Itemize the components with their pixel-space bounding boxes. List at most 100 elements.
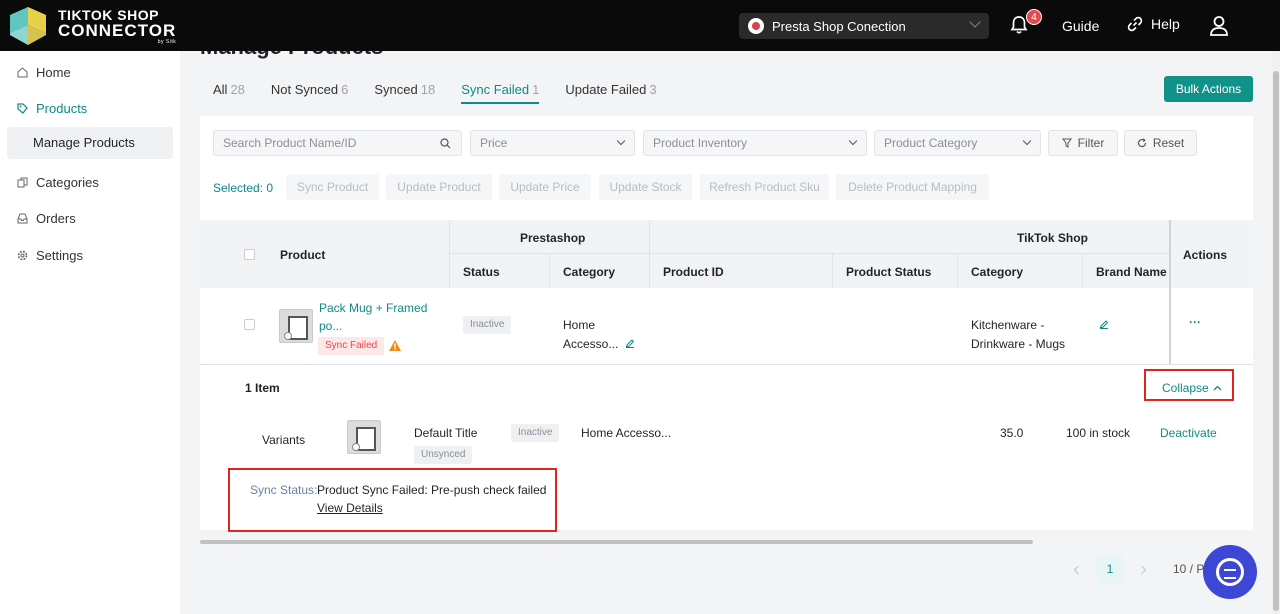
app-logo[interactable]: TIKTOK SHOP CONNECTOR by Sitk xyxy=(6,5,176,47)
col-product-id: Product ID xyxy=(663,265,724,279)
category-line: Drinkware - Mugs xyxy=(971,337,1066,351)
chevron-down-icon xyxy=(969,16,981,28)
tab-all[interactable]: All 28 xyxy=(213,82,245,103)
logo-text: TIKTOK SHOP CONNECTOR by Sitk xyxy=(58,7,176,45)
sidebar-item-manage-products[interactable]: Manage Products xyxy=(7,127,173,159)
tab-not-synced[interactable]: Not Synced 6 xyxy=(271,82,348,103)
col-product: Product xyxy=(280,248,326,262)
group-tiktok-shop: TikTok Shop xyxy=(1017,231,1088,245)
sync-product-button[interactable]: Sync Product xyxy=(286,174,379,200)
chevron-down-icon xyxy=(848,136,858,146)
shop-select[interactable]: Presta Shop Conection xyxy=(739,13,989,39)
warning-icon[interactable] xyxy=(388,339,402,352)
table-header: Product Prestashop TikTok Shop Status Ca… xyxy=(200,220,1253,288)
home-icon xyxy=(17,67,28,78)
reset-button[interactable]: Reset xyxy=(1124,130,1197,156)
user-icon[interactable] xyxy=(1209,15,1229,37)
filter-button[interactable]: Filter xyxy=(1048,130,1118,156)
sidebar-item-categories[interactable]: Categories xyxy=(17,175,99,190)
tab-label: Synced xyxy=(374,82,418,97)
refresh-product-sku-button[interactable]: Refresh Product Sku xyxy=(700,174,829,200)
prestashop-category: Home Accesso... xyxy=(563,316,635,354)
inventory-select[interactable]: Product Inventory xyxy=(643,130,867,156)
horizontal-scrollbar[interactable] xyxy=(200,540,1033,544)
divider xyxy=(1169,288,1171,364)
chat-support-button[interactable] xyxy=(1203,545,1257,599)
tab-count: 18 xyxy=(420,82,436,97)
selected-count: Selected: 0 xyxy=(213,181,274,195)
sidebar-item-products[interactable]: Products xyxy=(17,101,87,116)
category-line: Accesso... xyxy=(563,335,635,354)
tab-update-failed[interactable]: Update Failed 3 xyxy=(565,82,656,103)
vertical-scrollbar[interactable] xyxy=(1272,51,1280,614)
edit-icon[interactable] xyxy=(625,338,635,348)
sync-failed-badge: Sync Failed xyxy=(318,337,385,355)
category-select-label: Product Category xyxy=(884,136,978,150)
sidebar-item-settings[interactable]: Settings xyxy=(17,248,83,263)
status-badge: Inactive xyxy=(463,316,512,334)
product-name-line: po... xyxy=(319,319,343,333)
update-product-button[interactable]: Update Product xyxy=(386,174,492,200)
guide-link[interactable]: Guide xyxy=(1062,18,1099,34)
row-checkbox[interactable] xyxy=(244,319,255,330)
page-size-select[interactable]: 10 / P xyxy=(1173,562,1204,576)
items-count: 1 Item xyxy=(245,381,280,395)
inbox-icon xyxy=(17,213,28,224)
sidebar-item-home[interactable]: Home xyxy=(17,65,71,80)
search-input[interactable]: Search Product Name/ID xyxy=(213,130,462,156)
deactivate-button[interactable]: Deactivate xyxy=(1160,426,1217,440)
product-name-link[interactable]: Pack Mug + Framed po... xyxy=(319,299,427,335)
page-1-button[interactable]: 1 xyxy=(1097,555,1123,583)
tab-sync-failed[interactable]: Sync Failed 1 xyxy=(461,82,540,104)
category-line-text: Accesso... xyxy=(563,337,619,351)
tab-label: All xyxy=(213,82,228,97)
logo-line-2: CONNECTOR xyxy=(58,21,177,40)
funnel-icon xyxy=(1061,138,1072,148)
more-actions-button[interactable]: ··· xyxy=(1189,315,1201,329)
shop-select-value: Presta Shop Conection xyxy=(772,18,906,34)
prev-page-icon[interactable] xyxy=(1073,565,1080,575)
tab-label: Not Synced xyxy=(270,82,339,97)
col-category: Category xyxy=(563,265,616,279)
sidebar-item-label: Home xyxy=(36,65,71,80)
select-all-checkbox[interactable] xyxy=(244,249,255,260)
update-stock-button[interactable]: Update Stock xyxy=(599,174,692,200)
divider xyxy=(957,254,958,288)
status-tabs: All 28 Not Synced 6 Synced 18 Sync Failed 1 … xyxy=(213,82,683,104)
reset-label: Reset xyxy=(1152,136,1185,150)
update-price-button[interactable]: Update Price xyxy=(499,174,591,200)
scrollbar-thumb[interactable] xyxy=(1273,71,1279,611)
tab-synced[interactable]: Synced 18 xyxy=(374,82,435,103)
divider xyxy=(549,254,550,288)
col-product-status: Product Status xyxy=(846,265,932,279)
tab-label: Sync Failed xyxy=(461,82,530,97)
shop-logo-icon xyxy=(748,18,764,34)
variant-stock: 100 in stock xyxy=(1066,426,1131,440)
sidebar-item-orders[interactable]: Orders xyxy=(17,211,76,226)
help-label: Help xyxy=(1151,16,1180,32)
edit-icon[interactable] xyxy=(1099,319,1109,329)
filter-label: Filter xyxy=(1077,136,1105,150)
gear-icon xyxy=(17,250,28,261)
copy-icon xyxy=(17,177,28,188)
category-select[interactable]: Product Category xyxy=(874,130,1041,156)
search-placeholder: Search Product Name/ID xyxy=(223,136,357,150)
col-actions: Actions xyxy=(1183,248,1228,262)
category-line: Home xyxy=(563,318,596,332)
sidebar-item-label: Categories xyxy=(36,175,99,190)
variant-sync-badge: Unsynced xyxy=(414,446,473,464)
sidebar-item-label: Settings xyxy=(36,248,83,263)
next-page-icon[interactable] xyxy=(1140,565,1147,575)
product-name-line: Pack Mug + Framed xyxy=(319,301,428,315)
bulk-actions-button[interactable]: Bulk Actions xyxy=(1164,76,1253,102)
price-select[interactable]: Price xyxy=(470,130,635,156)
help-link[interactable]: Help xyxy=(1127,16,1180,32)
variant-status-badge: Inactive xyxy=(511,424,560,442)
delete-product-mapping-button[interactable]: Delete Product Mapping xyxy=(836,174,989,200)
col-tiktok-category: Category xyxy=(971,265,1024,279)
sidebar: Home Products Manage Products Categories… xyxy=(0,51,180,614)
product-thumbnail xyxy=(279,309,313,343)
search-icon xyxy=(440,138,451,149)
sidebar-item-label: Orders xyxy=(36,211,76,226)
chevron-down-icon xyxy=(616,136,626,146)
